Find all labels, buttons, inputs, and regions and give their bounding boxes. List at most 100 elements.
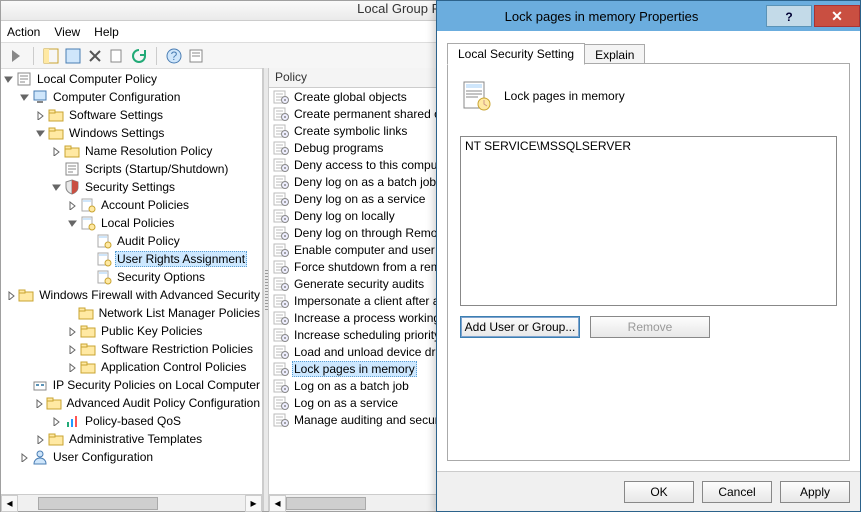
export-icon[interactable]	[108, 47, 126, 65]
folder-icon	[48, 431, 64, 447]
menu-help[interactable]: Help	[94, 25, 119, 39]
folder-icon	[80, 323, 96, 339]
expander-icon[interactable]	[51, 182, 62, 193]
show-hide-tree-icon[interactable]	[42, 47, 60, 65]
tree-item-app-control[interactable]: Application Control Policies	[1, 358, 262, 376]
tree-item-scripts[interactable]: Scripts (Startup/Shutdown)	[1, 160, 262, 178]
tab-local-security[interactable]: Local Security Setting	[447, 43, 585, 65]
tree-label: User Configuration	[51, 449, 155, 465]
expander-icon[interactable]	[67, 362, 78, 373]
policy-icon	[273, 327, 289, 343]
expander-icon[interactable]	[67, 326, 78, 337]
tree-item-security-options[interactable]: Security Options	[1, 268, 262, 286]
policy-icon	[273, 276, 289, 292]
policy-icon	[273, 157, 289, 173]
refresh-icon[interactable]	[130, 47, 148, 65]
tree-label: Security Options	[115, 269, 207, 285]
expander-icon[interactable]	[19, 92, 30, 103]
dialog-help-button[interactable]: ?	[766, 5, 812, 27]
menu-view[interactable]: View	[54, 25, 80, 39]
expander-icon[interactable]	[51, 416, 62, 427]
cancel-button[interactable]: Cancel	[702, 481, 772, 503]
tree-item-software-settings[interactable]: Software Settings	[1, 106, 262, 124]
policy-label: Deny log on as a batch job	[292, 174, 438, 190]
help-icon[interactable]: ?	[165, 47, 183, 65]
tree-label: Software Settings	[67, 107, 165, 123]
principals-listbox[interactable]: NT SERVICE\MSSQLSERVER	[460, 136, 837, 306]
dialog-footer: OK Cancel Apply	[437, 471, 860, 511]
policy-icon	[273, 225, 289, 241]
tree-hscroll[interactable]: ◂ ▸	[1, 494, 262, 511]
expander-icon[interactable]	[65, 308, 76, 319]
toolbar-separator	[156, 47, 157, 65]
tree-label: Name Resolution Policy	[83, 143, 214, 159]
nav-forward-icon[interactable]	[7, 47, 25, 65]
scroll-right-icon[interactable]: ▸	[245, 495, 262, 512]
tree-item-public-key[interactable]: Public Key Policies	[1, 322, 262, 340]
policy-label: Deny log on as a service	[292, 191, 427, 207]
tree-item-user-config[interactable]: User Configuration	[1, 448, 262, 466]
menu-action[interactable]: Action	[7, 25, 40, 39]
tree-item-local-policies[interactable]: Local Policies	[1, 214, 262, 232]
svg-text:?: ?	[171, 49, 178, 63]
tree-label: Audit Policy	[115, 233, 182, 249]
policy-label: Lock pages in memory	[292, 361, 417, 377]
tree-item-root[interactable]: Local Computer Policy	[1, 70, 262, 88]
tree-item-adv-audit[interactable]: Advanced Audit Policy Configuration	[1, 394, 262, 412]
scroll-left-icon[interactable]: ◂	[1, 495, 18, 512]
expander-icon[interactable]	[51, 164, 62, 175]
tab-explain[interactable]: Explain	[584, 44, 645, 65]
add-user-group-button[interactable]: Add User or Group...	[460, 316, 580, 338]
tree-item-software-restriction[interactable]: Software Restriction Policies	[1, 340, 262, 358]
expander-icon[interactable]	[7, 290, 16, 301]
tree-item-admin-templates[interactable]: Administrative Templates	[1, 430, 262, 448]
tree-item-user-rights[interactable]: User Rights Assignment	[1, 250, 262, 268]
expander-icon[interactable]	[35, 110, 46, 121]
tree-label: Local Computer Policy	[35, 71, 159, 87]
expander-icon[interactable]	[3, 74, 14, 85]
policy-icon	[273, 344, 289, 360]
tree-item-policy-qos[interactable]: Policy-based QoS	[1, 412, 262, 430]
scroll-thumb[interactable]	[286, 497, 366, 510]
expander-icon[interactable]	[51, 146, 62, 157]
policy-icon	[273, 106, 289, 122]
policy-icon	[273, 259, 289, 275]
properties-icon[interactable]	[64, 47, 82, 65]
expander-icon[interactable]	[67, 200, 78, 211]
folder-icon	[78, 305, 94, 321]
tree-label: Security Settings	[83, 179, 177, 195]
expander-icon[interactable]	[35, 398, 44, 409]
tab-content: Lock pages in memory NT SERVICE\MSSQLSER…	[447, 63, 850, 461]
tree-item-account-policies[interactable]: Account Policies	[1, 196, 262, 214]
scroll-left-icon[interactable]: ◂	[269, 495, 286, 512]
tree-item-win-firewall[interactable]: Windows Firewall with Advanced Security	[1, 286, 262, 304]
tree-item-computer-config[interactable]: Computer Configuration	[1, 88, 262, 106]
dialog-close-button[interactable]: ✕	[814, 5, 860, 27]
apply-button[interactable]: Apply	[780, 481, 850, 503]
expander-icon[interactable]	[35, 128, 46, 139]
remove-button[interactable]: Remove	[590, 316, 710, 338]
expander-icon[interactable]	[35, 434, 46, 445]
scroll-thumb[interactable]	[38, 497, 158, 510]
expander-icon[interactable]	[67, 218, 78, 229]
props-icon[interactable]	[187, 47, 205, 65]
tree-item-network-list[interactable]: Network List Manager Policies	[1, 304, 262, 322]
tree-item-windows-settings[interactable]: Windows Settings	[1, 124, 262, 142]
delete-icon[interactable]	[86, 47, 104, 65]
principal-item[interactable]: NT SERVICE\MSSQLSERVER	[465, 139, 832, 153]
policy-icon	[273, 395, 289, 411]
expander-icon[interactable]	[26, 380, 30, 391]
expander-icon[interactable]	[19, 452, 30, 463]
expander-icon[interactable]	[83, 254, 94, 265]
tree-item-audit-policy[interactable]: Audit Policy	[1, 232, 262, 250]
expander-icon[interactable]	[67, 344, 78, 355]
tree-label: Windows Settings	[67, 125, 166, 141]
tree-item-ipsec[interactable]: IP Security Policies on Local Computer	[1, 376, 262, 394]
tree-item-security-settings[interactable]: Security Settings	[1, 178, 262, 196]
dialog-titlebar[interactable]: Lock pages in memory Properties ? ✕	[437, 1, 860, 31]
policy-icon	[80, 215, 96, 231]
expander-icon[interactable]	[83, 236, 94, 247]
tree-item-name-resolution[interactable]: Name Resolution Policy	[1, 142, 262, 160]
ok-button[interactable]: OK	[624, 481, 694, 503]
expander-icon[interactable]	[83, 272, 94, 283]
